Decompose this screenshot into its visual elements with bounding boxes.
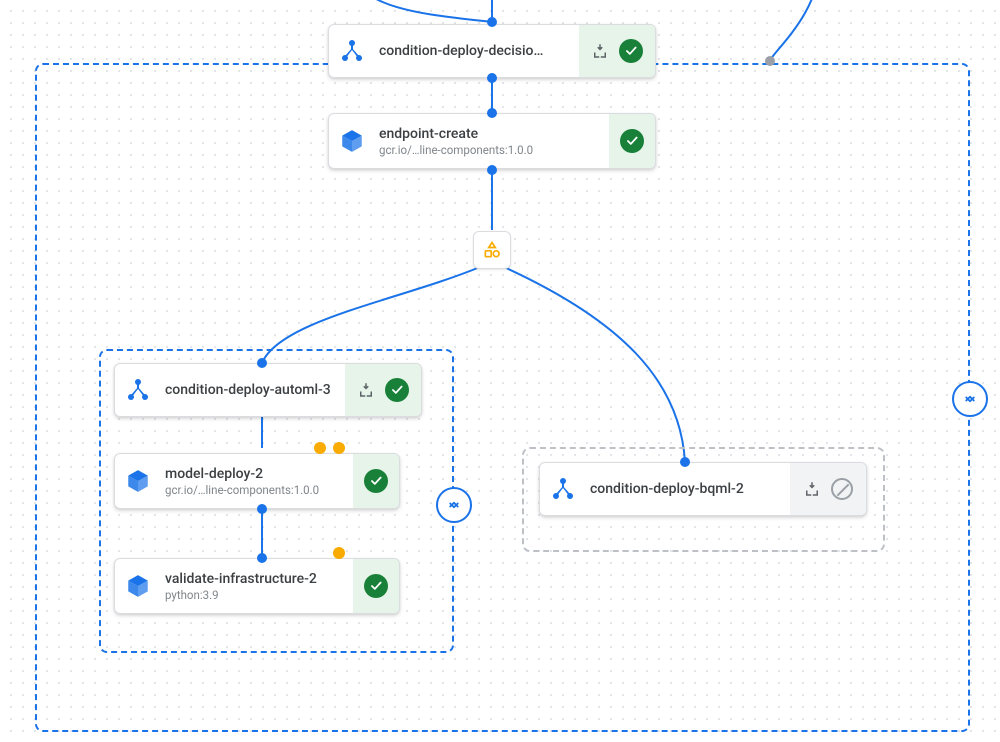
node-status-area [609, 114, 655, 168]
warning-dot [333, 547, 345, 559]
node-status-area [353, 454, 399, 508]
port-bottom-endpoint [487, 165, 497, 175]
port-top-bqml [680, 457, 690, 467]
node-title: validate-infrastructure-2 [165, 571, 347, 587]
skip-icon [831, 478, 853, 500]
node-condition-deploy-automl[interactable]: condition-deploy-automl-3 [114, 363, 422, 417]
cube-icon [115, 454, 161, 508]
node-endpoint-create[interactable]: endpoint-create gcr.io/…line-components:… [328, 113, 656, 169]
port-bottom-modeldeploy [257, 504, 267, 514]
port-top-decision [487, 17, 497, 27]
node-model-deploy[interactable]: model-deploy-2 gcr.io/…line-components:1… [114, 453, 400, 509]
check-icon [364, 469, 388, 493]
check-icon [620, 129, 644, 153]
node-title: condition-deploy-decisio… [379, 43, 573, 59]
collapse-toggle-outer[interactable] [952, 381, 988, 417]
warning-dot [314, 442, 326, 454]
node-status-area [345, 364, 421, 416]
expand-icon[interactable] [591, 42, 609, 60]
expand-icon[interactable] [803, 480, 821, 498]
branch-icon [540, 463, 586, 515]
port-top-validate [257, 553, 267, 563]
cube-icon [115, 559, 161, 613]
node-title: model-deploy-2 [165, 466, 347, 482]
node-condition-deploy-bqml[interactable]: condition-deploy-bqml-2 [539, 462, 867, 516]
warning-dot [333, 442, 345, 454]
fork-chip[interactable] [473, 231, 511, 269]
node-status-area [353, 559, 399, 613]
check-icon [385, 378, 409, 402]
node-subtitle: gcr.io/…line-components:1.0.0 [379, 143, 603, 157]
node-validate-infrastructure[interactable]: validate-infrastructure-2 python:3.9 [114, 558, 400, 614]
fork-shapes-icon [482, 240, 502, 260]
node-subtitle: python:3.9 [165, 588, 347, 602]
collapse-icon [445, 496, 463, 514]
port-bottom-decision [487, 73, 497, 83]
collapse-icon [961, 390, 979, 408]
check-icon [619, 39, 643, 63]
cube-icon [329, 114, 375, 168]
port-top-bigbox [765, 56, 775, 66]
node-subtitle: gcr.io/…line-components:1.0.0 [165, 483, 347, 497]
collapse-toggle-automl[interactable] [436, 487, 472, 523]
node-status-area [790, 463, 866, 515]
node-title: endpoint-create [379, 126, 603, 142]
port-top-endpoint [487, 108, 497, 118]
node-title: condition-deploy-automl-3 [165, 382, 339, 398]
branch-icon [329, 25, 375, 77]
branch-icon [115, 364, 161, 416]
node-title: condition-deploy-bqml-2 [590, 481, 784, 497]
expand-icon[interactable] [357, 381, 375, 399]
node-condition-deploy-decision[interactable]: condition-deploy-decisio… [328, 24, 656, 78]
node-status-area [579, 25, 655, 77]
check-icon [364, 574, 388, 598]
port-top-automl [257, 358, 267, 368]
